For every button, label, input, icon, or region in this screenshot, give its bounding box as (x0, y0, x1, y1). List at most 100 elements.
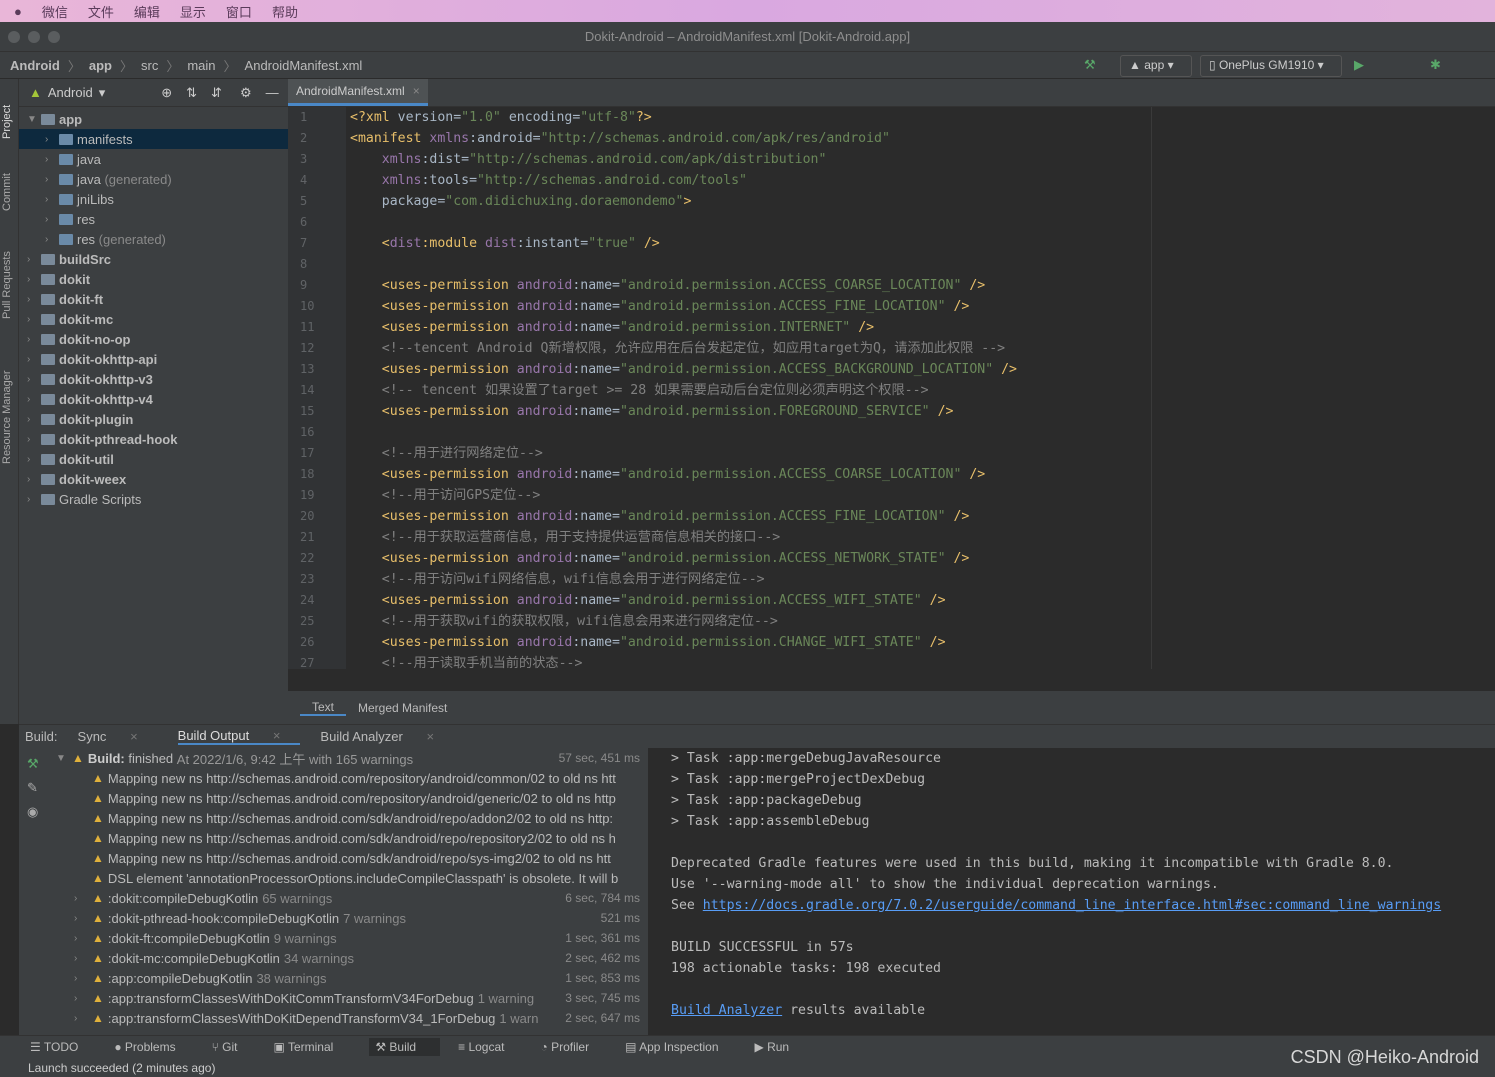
tree-item[interactable]: › dokit-ft (19, 289, 288, 309)
tree-item[interactable]: › java (19, 149, 288, 169)
tree-item[interactable]: › dokit-plugin (19, 409, 288, 429)
tab-build[interactable]: ⚒ Build (369, 1038, 441, 1056)
tab-run[interactable]: ▶ Run (755, 1040, 808, 1054)
menu-window[interactable]: 窗口 (226, 2, 252, 21)
breadcrumb-android[interactable]: Android (10, 58, 60, 73)
tab-pull-requests[interactable]: Pull Requests (1, 251, 13, 319)
run-config-select[interactable]: ▲ app ▾ (1120, 55, 1192, 77)
breadcrumb-main[interactable]: main (187, 58, 215, 73)
tree-item-label: manifests (77, 131, 133, 147)
menu-edit[interactable]: 编辑 (134, 2, 160, 21)
warning-row[interactable]: ▲ Mapping new ns http://schemas.android.c… (48, 828, 648, 848)
tab-commit[interactable]: Commit (1, 173, 13, 211)
maximize-icon[interactable] (48, 31, 60, 43)
tab-build-output[interactable]: Build Output × (177, 728, 301, 745)
warning-row[interactable]: ▲ DSL element 'annotationProcessorOptions… (48, 868, 648, 888)
tree-item-label: Gradle Scripts (59, 491, 142, 507)
build-label: Build: (25, 729, 58, 744)
warning-icon: ▲ (92, 791, 104, 805)
tab-build-analyzer[interactable]: Build Analyzer × (320, 729, 454, 744)
warning-row[interactable]: ▲ Mapping new ns http://schemas.android.c… (48, 808, 648, 828)
gradle-docs-link[interactable]: https://docs.gradle.org/7.0.2/userguide/… (703, 898, 1441, 913)
hammer-icon[interactable]: ⚒ (27, 756, 48, 772)
warning-row[interactable]: ▲ Mapping new ns http://schemas.android.c… (48, 788, 648, 808)
tree-item[interactable]: ▼ app (19, 109, 288, 129)
breadcrumb-app[interactable]: app (89, 58, 112, 73)
gradle-icon (41, 493, 55, 505)
task-row[interactable]: › ▲:dokit-pthread-hook:compileDebugKotlin… (48, 908, 648, 928)
task-row[interactable]: › ▲:dokit-mc:compileDebugKotlin 34 warning… (48, 948, 648, 968)
warning-row[interactable]: ▲ Mapping new ns http://schemas.android.c… (48, 848, 648, 868)
collapse-all-icon[interactable]: ⇵ (211, 85, 222, 101)
locate-icon[interactable]: ⊕ (161, 85, 172, 101)
task-row[interactable]: › ▲:app:compileDebugKotlin 38 warnings 1 se… (48, 968, 648, 988)
warning-row[interactable]: ▲ Mapping new ns http://schemas.android.c… (48, 768, 648, 788)
code-line: <!--用于访问GPS定位--> (350, 488, 541, 503)
tree-item[interactable]: › dokit (19, 269, 288, 289)
build-console[interactable]: > Task :app:mergeDebugJavaResource > Task… (658, 748, 1495, 1035)
tree-item[interactable]: › Gradle Scripts (19, 489, 288, 509)
tab-terminal[interactable]: ▣ Terminal (274, 1040, 352, 1054)
tab-todo[interactable]: ☰ TODO (30, 1040, 96, 1054)
task-duration: 1 sec, 361 ms (565, 931, 640, 945)
task-row[interactable]: › ▲:app:transformClassesWithDoKitCommTran… (48, 988, 648, 1008)
left-tool-strip: Project Commit Pull Requests Resource Ma… (0, 79, 19, 724)
tab-resource-manager[interactable]: Resource Manager (1, 370, 13, 464)
pin-icon[interactable]: ✎ (27, 780, 48, 796)
debug-icon[interactable]: ✱ (1430, 57, 1441, 73)
eye-icon[interactable]: ◉ (27, 804, 48, 820)
menu-view[interactable]: 显示 (180, 2, 206, 21)
build-panel-header: Build: Sync × Build Output × Build Analy… (19, 724, 1495, 748)
tree-item[interactable]: › dokit-mc (19, 309, 288, 329)
apple-icon[interactable]: ● (14, 4, 22, 19)
tree-item[interactable]: › dokit-okhttp-v4 (19, 389, 288, 409)
minimize-icon[interactable] (28, 31, 40, 43)
tree-item[interactable]: › res (19, 209, 288, 229)
device-select[interactable]: ▯ OnePlus GM1910 ▾ (1200, 55, 1342, 77)
close-icon[interactable] (8, 31, 20, 43)
close-tab-icon[interactable]: × (413, 84, 420, 98)
breadcrumb-file[interactable]: AndroidManifest.xml (245, 58, 363, 73)
task-row[interactable]: › ▲:dokit-ft:compileDebugKotlin 9 warnings… (48, 928, 648, 948)
tab-text[interactable]: Text (300, 700, 347, 716)
tree-item[interactable]: › dokit-weex (19, 469, 288, 489)
menu-wechat[interactable]: 微信 (42, 2, 68, 21)
tab-problems[interactable]: ● Problems (114, 1040, 193, 1054)
tab-android-manifest[interactable]: AndroidManifest.xml × (288, 79, 428, 106)
tree-item[interactable]: › jniLibs (19, 189, 288, 209)
tab-logcat[interactable]: ≡ Logcat (458, 1040, 522, 1054)
breadcrumb-src[interactable]: src (141, 58, 158, 73)
tab-app-inspection[interactable]: ▤ App Inspection (625, 1040, 736, 1054)
project-view-selector[interactable]: ▲ Android ▾ ⊕ ⇅ ⇵ ⚙ — (19, 79, 288, 107)
task-row[interactable]: › ▲:dokit:compileDebugKotlin 65 warnings 6 … (48, 888, 648, 908)
tree-item[interactable]: › dokit-no-op (19, 329, 288, 349)
code-editor[interactable]: <?xml version="1.0" encoding="utf-8"?> <m… (350, 107, 1210, 669)
tab-profiler[interactable]: ◔ Profiler (540, 1040, 607, 1054)
build-summary-row[interactable]: ▼ ▲ Build: finished At 2022/1/6, 9:42 上午 … (48, 748, 648, 768)
tree-item[interactable]: › manifests (19, 129, 288, 149)
tree-item[interactable]: › dokit-pthread-hook (19, 429, 288, 449)
tab-sync[interactable]: Sync × (78, 729, 158, 744)
tab-project[interactable]: Project (1, 105, 13, 139)
tab-merged-manifest[interactable]: Merged Manifest (346, 701, 459, 715)
hammer-icon[interactable]: ⚒ (1084, 57, 1096, 73)
hide-icon[interactable]: — (266, 85, 279, 100)
tree-item[interactable]: › res (generated) (19, 229, 288, 249)
tree-item[interactable]: › java (generated) (19, 169, 288, 189)
gear-icon[interactable]: ⚙ (240, 85, 252, 101)
expand-all-icon[interactable]: ⇅ (186, 85, 197, 101)
task-duration: 2 sec, 647 ms (565, 1011, 640, 1025)
code-line: <uses-permission android:name="android.p… (381, 278, 986, 293)
task-row[interactable]: › ▲:app:transformClassesWithDoKitDependTr… (48, 1008, 648, 1028)
tab-git[interactable]: ⑂ Git (212, 1040, 256, 1054)
menu-file[interactable]: 文件 (88, 2, 114, 21)
tree-item[interactable]: › buildSrc (19, 249, 288, 269)
menu-help[interactable]: 帮助 (272, 2, 298, 21)
tree-item[interactable]: › dokit-okhttp-api (19, 349, 288, 369)
run-icon[interactable]: ▶ (1354, 57, 1364, 73)
build-analyzer-link[interactable]: Build Analyzer (671, 1003, 782, 1018)
tree-item[interactable]: › dokit-util (19, 449, 288, 469)
line-number: 13 (300, 362, 315, 376)
tree-item[interactable]: › dokit-okhttp-v3 (19, 369, 288, 389)
window-controls[interactable] (8, 31, 60, 43)
